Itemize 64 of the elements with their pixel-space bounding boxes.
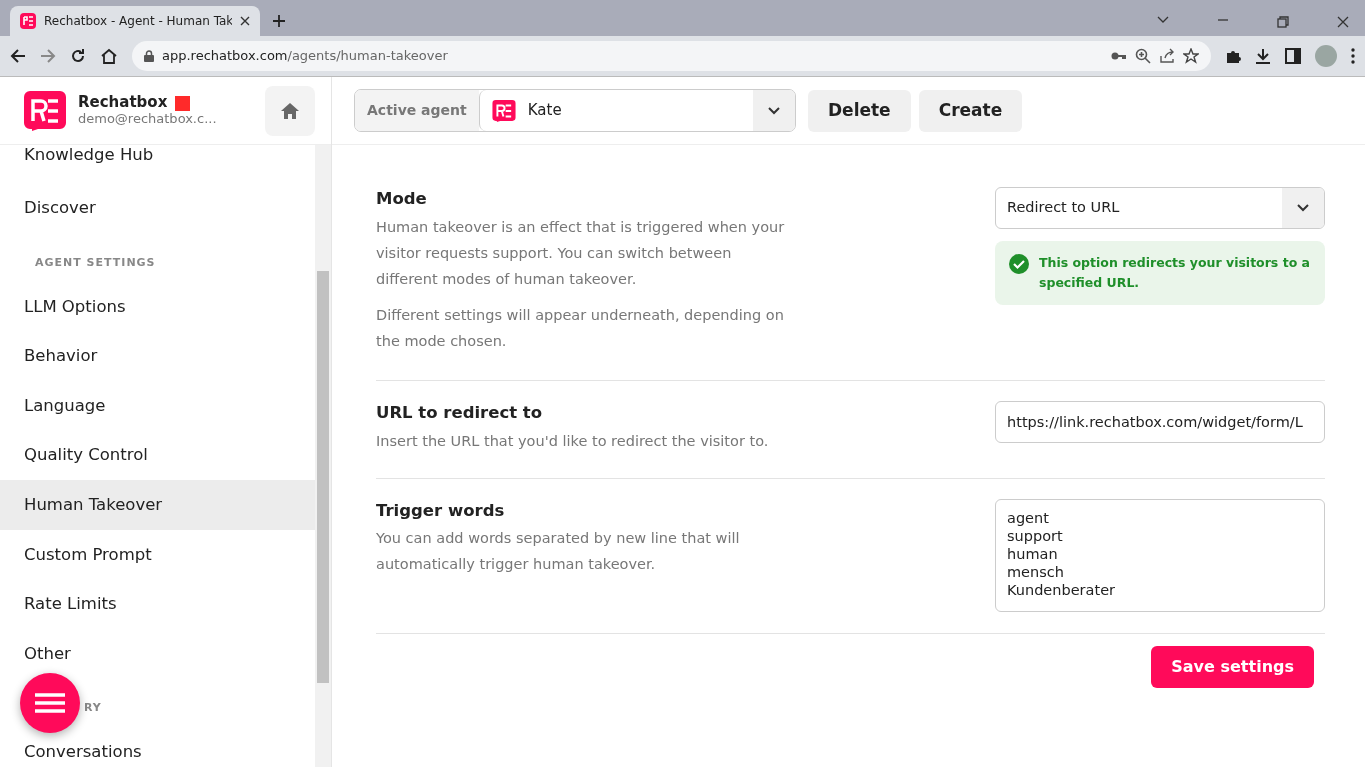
puzzle-icon[interactable]: [1225, 48, 1241, 64]
sidebar-item[interactable]: Language: [0, 380, 315, 431]
setting-description: Insert the URL that you'd like to redirect the visitor to.: [376, 431, 769, 451]
side-panel-icon[interactable]: [1285, 48, 1301, 64]
sidebar-item[interactable]: LLM Options: [0, 281, 315, 332]
delete-button[interactable]: Delete: [808, 89, 911, 132]
chevron-down-icon: [1297, 204, 1309, 212]
forward-icon[interactable]: [40, 48, 56, 64]
create-button[interactable]: Create: [918, 89, 1023, 132]
close-icon[interactable]: [240, 16, 250, 26]
section-heading: AGENT SETTINGS: [35, 255, 156, 269]
star-icon[interactable]: [1183, 48, 1199, 64]
sidebar-item[interactable]: Discover: [0, 183, 315, 233]
more-icon[interactable]: [1351, 48, 1355, 64]
home-button[interactable]: [265, 85, 315, 136]
url-input[interactable]: https://link.rechatbox.com/widget/form/L: [995, 400, 1325, 443]
new-tab-icon[interactable]: [272, 14, 286, 28]
chevron-down-icon: [768, 106, 780, 115]
dropdown-icon[interactable]: [1157, 16, 1169, 24]
home-icon: [280, 101, 300, 120]
sidebar-item[interactable]: Rate Limits: [0, 579, 315, 629]
menu-icon: [35, 692, 65, 714]
sidebar-item[interactable]: Custom Prompt: [0, 529, 315, 580]
minimize-icon[interactable]: [1217, 16, 1229, 24]
sidebar-item[interactable]: Human Takeover: [0, 479, 315, 530]
status-square-icon: [175, 95, 191, 111]
account-email: demo@rechatbox.c...: [78, 111, 218, 127]
agent-name: Kate: [527, 100, 563, 122]
brand-name: Rechatbox: [78, 94, 168, 112]
sidebar-item[interactable]: Behavior: [0, 331, 315, 381]
setting-title: Trigger words: [376, 499, 506, 522]
reload-icon[interactable]: [70, 48, 86, 64]
zoom-icon[interactable]: [1135, 48, 1151, 64]
setting-title: URL to redirect to: [376, 401, 544, 424]
save-settings-button[interactable]: Save settings: [1151, 645, 1314, 688]
app-logo-icon: [20, 13, 36, 29]
home-icon[interactable]: [100, 48, 118, 64]
share-icon[interactable]: [1159, 48, 1175, 64]
sidebar-item[interactable]: Quality Control: [0, 430, 315, 480]
logo-icon: [24, 90, 66, 131]
sidebar-item[interactable]: Conversations: [0, 727, 315, 767]
url-text: app.rechatbox.com/agents/human-takeover: [162, 47, 449, 66]
address-bar[interactable]: app.rechatbox.com/agents/human-takeover: [132, 41, 1211, 71]
sidebar-item[interactable]: Knowledge Hub: [0, 145, 315, 169]
mode-select[interactable]: Redirect to URL: [995, 187, 1325, 229]
sidebar-item[interactable]: Other: [0, 628, 315, 679]
check-circle-icon: [1009, 254, 1029, 274]
download-icon[interactable]: [1255, 48, 1271, 64]
menu-button[interactable]: [20, 673, 80, 733]
back-icon[interactable]: [10, 48, 26, 64]
lock-icon: [144, 50, 154, 62]
agent-select[interactable]: Kate: [478, 90, 795, 131]
close-icon[interactable]: [1337, 16, 1349, 28]
notice-text: This option redirects your visitors to a specified URL.: [1039, 254, 1311, 292]
active-agent-label: Active agent: [355, 90, 479, 131]
setting-description: You can add words separated by new line that will automatically trigger human takeover.: [376, 529, 741, 575]
setting-description: Human takeover is an effect that is triggered when your visitor requests support. You can switch between different modes of human takeover.: [376, 217, 786, 289]
agent-logo-icon: [491, 99, 516, 122]
setting-description: Different settings will appear underneath, depending on the mode chosen.: [376, 305, 785, 351]
restore-icon[interactable]: [1277, 16, 1289, 28]
setting-title: Mode: [376, 188, 428, 210]
key-icon[interactable]: [1111, 51, 1127, 61]
section-heading: RY: [84, 701, 102, 715]
trigger-words-field[interactable]: agent support human mensch Kundenberater: [995, 498, 1325, 612]
